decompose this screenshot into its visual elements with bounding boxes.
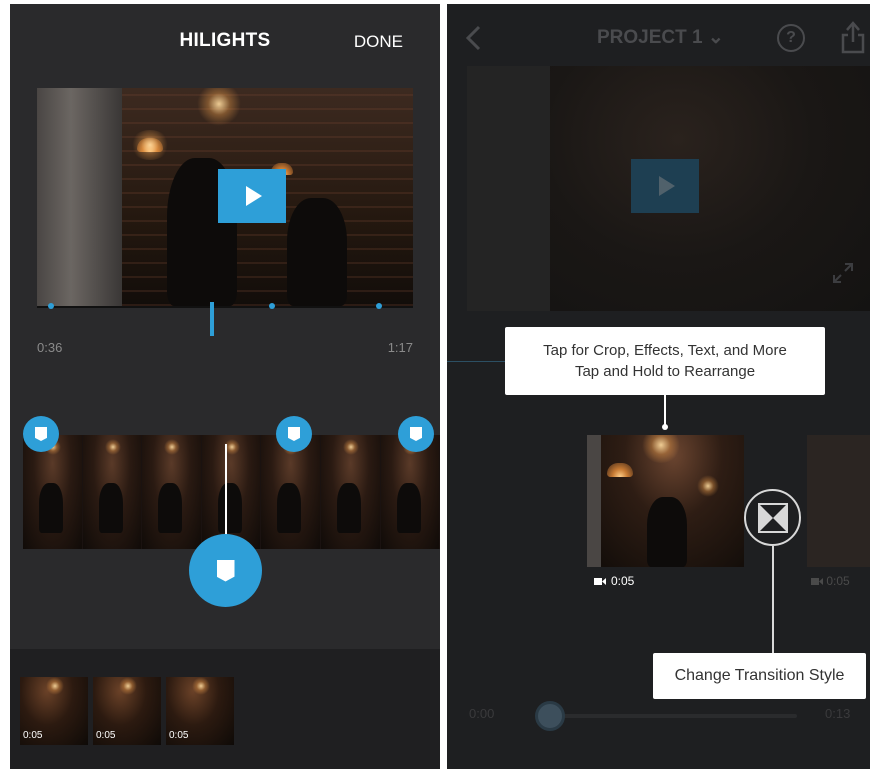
playback-slider-track[interactable] [547,714,797,718]
time-start: 0:00 [469,706,495,721]
filmstrip[interactable] [23,435,440,549]
scene-pillar [587,435,601,567]
video-preview[interactable] [37,88,413,306]
timeline-clip[interactable] [587,435,744,567]
playback-slider-knob[interactable] [535,701,565,731]
highlight-line [225,444,227,544]
project-screen: PROJECT 1 ⌄ ? Tap for Crop, Effects, Tex… [447,4,870,769]
highlight-dot [376,303,382,309]
back-chevron-icon[interactable] [463,24,485,52]
help-icon[interactable]: ? [777,24,805,52]
filmstrip-frame [201,435,262,549]
project-title-dropdown[interactable]: PROJECT 1 ⌄ [597,26,724,49]
transition-icon [757,502,788,533]
highlight-tag-icon [288,427,300,441]
tooltip-line-2: Tap and Hold to Rearrange [574,363,756,380]
screen-divider [440,0,447,769]
next-clip-duration: 0:05 [811,574,850,588]
clip-thumbnail[interactable]: 0:05 [93,677,161,745]
highlight-dot [269,303,275,309]
previous-clip-preview [467,66,551,311]
transition-tooltip: Change Transition Style [653,653,866,699]
person-silhouette [647,497,687,567]
highlight-tag-icon [410,427,422,441]
clip-duration: 0:05 [23,730,43,741]
clip-duration-row: 0:05 [594,574,634,588]
camera-icon [811,578,823,586]
next-clip-duration-text: 0:05 [826,574,850,588]
time-end: 1:17 [387,340,413,355]
tooltip-connector [664,395,666,427]
done-button[interactable]: DONE [354,32,403,52]
highlight-marker[interactable] [398,416,434,452]
person-silhouette [277,483,302,533]
light-glow [342,439,359,455]
person-silhouette [217,483,242,533]
highlight-tag-icon [216,559,235,582]
clip-thumbnail[interactable]: 0:05 [20,677,88,745]
light-glow [697,475,719,497]
clip-duration: 0:05 [611,574,635,588]
tooltip-line-1: Tap for Crop, Effects, Text, and More [543,342,787,359]
tooltip-anchor-dot [662,424,668,430]
person-silhouette [336,483,361,533]
highlight-tag-icon [35,427,47,441]
clip-duration: 0:05 [96,730,116,741]
filmstrip-frame [82,435,143,549]
camera-icon [594,577,606,585]
light-glow [192,677,210,695]
filmstrip-frame [320,435,381,549]
highlight-dot [48,303,54,309]
person-silhouette [98,483,123,533]
clip-duration: 0:05 [169,730,189,741]
next-timeline-clip [807,435,870,567]
add-highlight-button[interactable] [189,534,262,607]
play-button[interactable] [218,169,286,223]
clip-options-tooltip: Tap for Crop, Effects, Text, and More Ta… [505,327,825,395]
scene-pillar [37,88,122,306]
chevron-down-icon: ⌄ [707,27,724,48]
light-glow [130,130,170,160]
play-button-dimmed [631,159,699,213]
playhead[interactable] [210,302,214,336]
person-silhouette [39,483,63,533]
time-end: 0:13 [825,706,851,721]
light-glow [164,439,181,455]
light-glow [119,677,137,695]
person-silhouette [287,198,347,306]
hilights-screen: HILIGHTS DONE 0:36 1:17 0:05 0:05 0:05 [10,4,440,769]
video-preview-dimmed [550,66,870,311]
person-silhouette [396,483,421,533]
filmstrip-frame [142,435,202,549]
light-glow [641,435,681,463]
play-icon [246,186,262,206]
project-title: PROJECT 1 [597,27,703,48]
clip-tray: 0:05 0:05 0:05 [10,649,440,769]
filmstrip-frame [380,435,440,549]
timeline-rule [447,361,507,362]
light-glow [104,439,121,455]
clip-thumbnail[interactable]: 0:05 [166,677,234,745]
transition-tooltip-connector [772,546,774,654]
light-glow [46,677,64,695]
transition-button[interactable] [744,489,801,546]
person-silhouette [158,483,183,533]
play-icon [659,176,675,196]
scrub-bar[interactable] [37,306,413,308]
filmstrip-frame [23,435,83,549]
share-icon[interactable] [841,20,865,54]
highlight-marker[interactable] [23,416,59,452]
expand-icon [833,263,853,283]
filmstrip-frame [261,435,321,549]
time-start: 0:36 [37,340,63,355]
hanging-lamp [607,463,633,477]
highlight-marker[interactable] [276,416,312,452]
